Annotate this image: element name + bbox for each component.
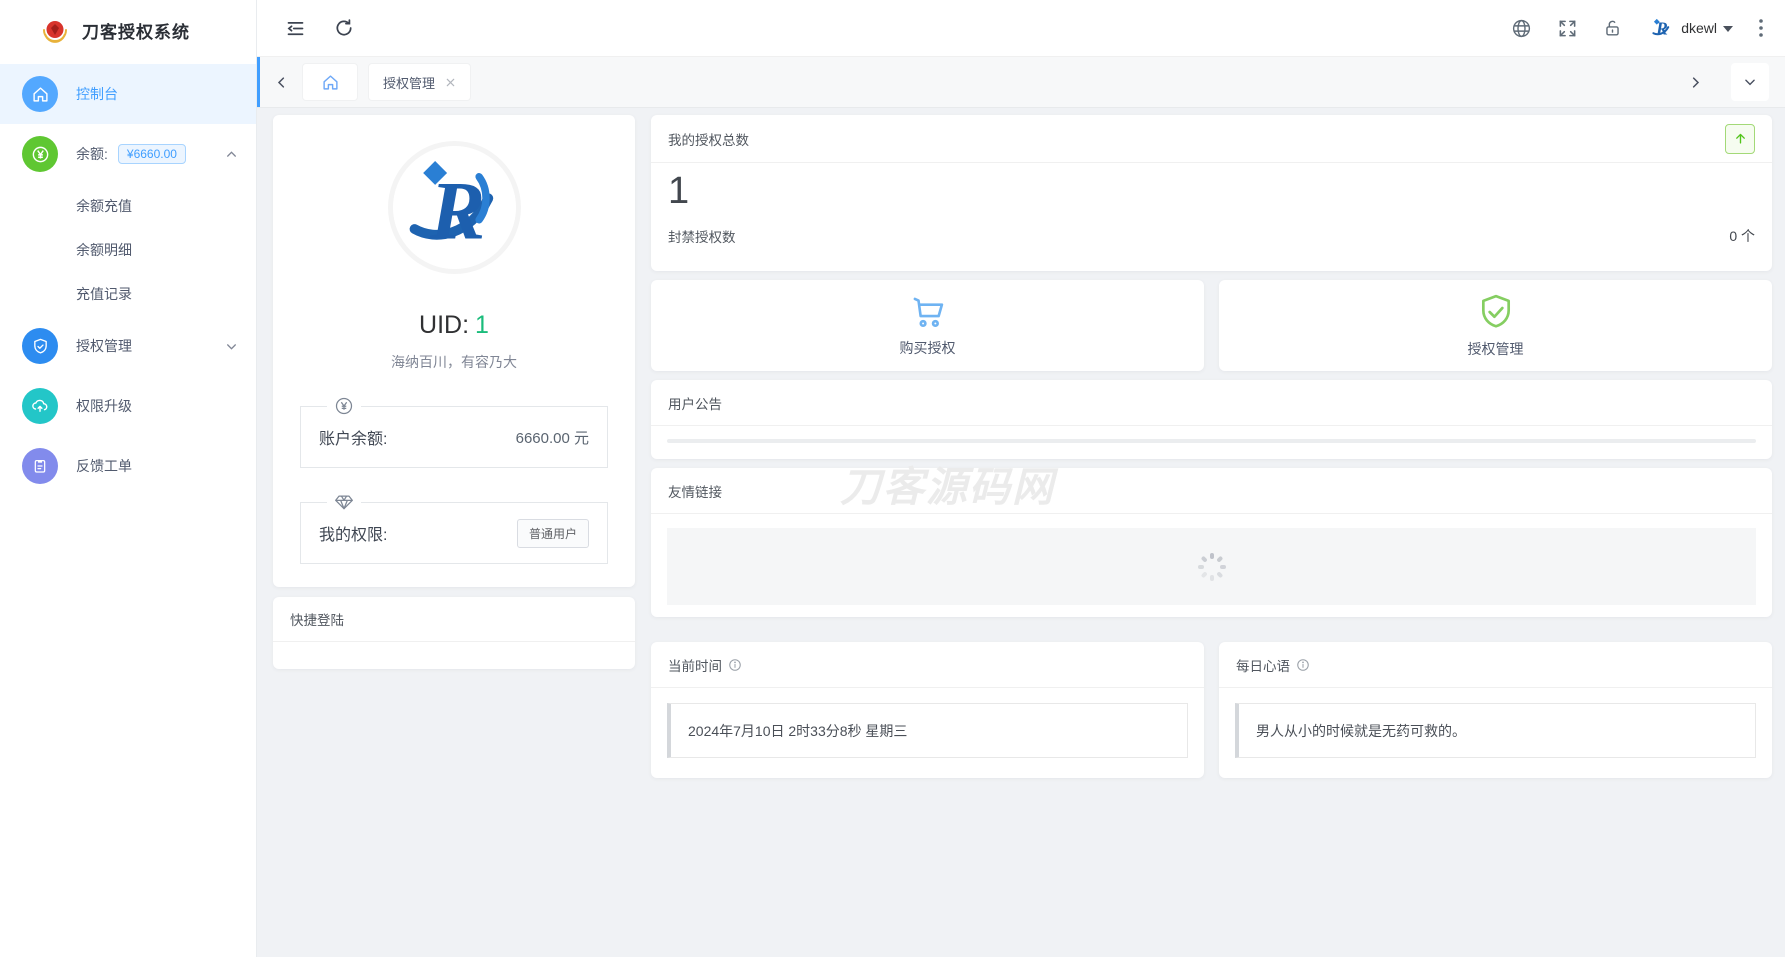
app-title: 刀客授权系统 [82, 18, 190, 43]
sidebar-item-balance[interactable]: 余额: ¥6660.00 [0, 124, 256, 184]
home-tab-icon [322, 74, 339, 91]
auth-manage-label: 授权管理 [1468, 339, 1524, 359]
chevron-down-icon [225, 340, 238, 353]
cloud-up-icon [22, 388, 58, 424]
diamond-icon [327, 492, 361, 512]
balance-badge: ¥6660.00 [118, 144, 186, 164]
quick-login-title: 快捷登陆 [290, 609, 344, 629]
sidebar-item-label: 授权管理 [76, 336, 132, 356]
uid-value: 1 [475, 311, 489, 339]
shield-check-green-icon [1477, 293, 1515, 331]
banned-auth-value: 0 个 [1729, 226, 1755, 246]
sidebar-item-label: 余额: [76, 144, 108, 164]
profile-card: R UID:1 海纳百川，有容乃大 账户余额: 6660.00 元 [273, 115, 635, 587]
sidebar-item-console[interactable]: 控制台 [0, 64, 256, 124]
friend-links-card: 友情链接 [651, 468, 1772, 617]
info-icon [1296, 658, 1310, 672]
daily-quote-title: 每日心语 [1236, 655, 1290, 675]
chevron-up-icon [225, 148, 238, 161]
permission-label: 我的权限: [319, 521, 387, 545]
tabs-scroll-left-icon[interactable] [260, 75, 303, 90]
lock-icon[interactable] [1603, 19, 1622, 38]
sidebar-item-label: 反馈工单 [76, 456, 132, 476]
loading-spinner-icon [1198, 553, 1226, 581]
info-icon [728, 658, 742, 672]
shield-check-icon [22, 328, 58, 364]
sidebar-subitem-recharge[interactable]: 余额充值 [0, 184, 256, 228]
tab-bar: 授权管理 [257, 57, 1785, 108]
yen-circle-icon [22, 136, 58, 172]
auth-manage-card[interactable]: 授权管理 [1219, 280, 1772, 371]
current-time-value: 2024年7月10日 2时33分8秒 星期三 [667, 703, 1188, 758]
caret-down-icon [1723, 26, 1733, 32]
main-area: R dkewl 授权管理 [257, 0, 1785, 957]
user-avatar: R [1648, 15, 1675, 42]
daily-quote-card: 每日心语 男人从小的时候就是无药可救的。 [1219, 642, 1772, 778]
collapse-menu-icon[interactable] [285, 18, 306, 39]
sidebar-subitem-recharge-record[interactable]: 充值记录 [0, 272, 256, 316]
tab-auth-manage[interactable]: 授权管理 [369, 64, 470, 100]
uid-label: UID: [419, 311, 469, 339]
permission-button[interactable]: 普通用户 [517, 519, 589, 548]
tabs-scroll-right-icon[interactable] [1674, 75, 1717, 90]
clipboard-icon [22, 448, 58, 484]
tab-close-icon[interactable] [445, 77, 456, 88]
app-logo-icon [40, 15, 70, 45]
home-icon [22, 76, 58, 112]
balance-label: 账户余额: [319, 425, 387, 449]
balance-value: 6660.00 元 [516, 427, 589, 448]
announcement-title: 用户公告 [668, 393, 722, 413]
buy-auth-label: 购买授权 [900, 338, 956, 358]
language-globe-icon[interactable] [1511, 18, 1532, 39]
balance-fieldset: 账户余额: 6660.00 元 [300, 406, 608, 468]
username: dkewl [1681, 20, 1717, 36]
total-auth-value: 1 [668, 169, 1755, 215]
tab-label: 授权管理 [383, 73, 435, 92]
total-auth-label: 我的授权总数 [668, 129, 749, 149]
sidebar-menu: 控制台 余额: ¥6660.00 余额充值 余额明细 充值记录 授权管理 [0, 60, 256, 496]
sidebar-item-label: 控制台 [76, 84, 118, 104]
sidebar-item-upgrade[interactable]: 权限升级 [0, 376, 256, 436]
sidebar-item-auth-manage[interactable]: 授权管理 [0, 316, 256, 376]
sidebar-item-label: 权限升级 [76, 396, 132, 416]
cart-icon [908, 294, 948, 330]
banned-auth-label: 封禁授权数 [668, 226, 736, 246]
permission-fieldset: 我的权限: 普通用户 [300, 502, 608, 564]
friend-links-loading-panel [667, 528, 1756, 605]
user-menu[interactable]: R dkewl [1648, 15, 1733, 42]
page: 刀客授权系统 控制台 余额: ¥6660.00 余额充值 余额明细 [0, 0, 1785, 957]
app-logo: 刀客授权系统 [0, 0, 256, 60]
sidebar: 刀客授权系统 控制台 余额: ¥6660.00 余额充值 余额明细 [0, 0, 257, 957]
announcement-card: 用户公告 [651, 380, 1772, 459]
sidebar-item-feedback[interactable]: 反馈工单 [0, 436, 256, 496]
fullscreen-icon[interactable] [1558, 19, 1577, 38]
daily-quote-value: 男人从小的时候就是无药可救的。 [1235, 703, 1756, 758]
announcement-skeleton [667, 439, 1756, 443]
top-header: R dkewl [257, 0, 1785, 57]
profile-avatar: R [393, 146, 516, 269]
more-kebab-icon[interactable] [1759, 19, 1763, 37]
buy-auth-card[interactable]: 购买授权 [651, 280, 1204, 371]
tabs-actions-dropdown[interactable] [1731, 63, 1769, 101]
current-time-title: 当前时间 [668, 655, 722, 675]
profile-motto: 海纳百川，有容乃大 [391, 352, 517, 372]
stats-card: 我的授权总数 1 封禁授权数 0 个 [651, 115, 1772, 271]
friend-links-title: 友情链接 [668, 481, 722, 501]
refresh-icon[interactable] [334, 18, 354, 38]
sidebar-subitem-balance-detail[interactable]: 余额明细 [0, 228, 256, 272]
quick-login-card: 快捷登陆 [273, 597, 635, 669]
yen-outline-icon [327, 396, 361, 416]
trend-up-icon [1725, 124, 1755, 154]
content: 刀客源码网 R UID:1 海纳百川，有容乃大 账户余额: [257, 108, 1785, 957]
uid-row: UID:1 [419, 311, 489, 340]
current-time-card: 当前时间 2024年7月10日 2时33分8秒 星期三 [651, 642, 1204, 778]
tab-home[interactable] [303, 64, 357, 100]
